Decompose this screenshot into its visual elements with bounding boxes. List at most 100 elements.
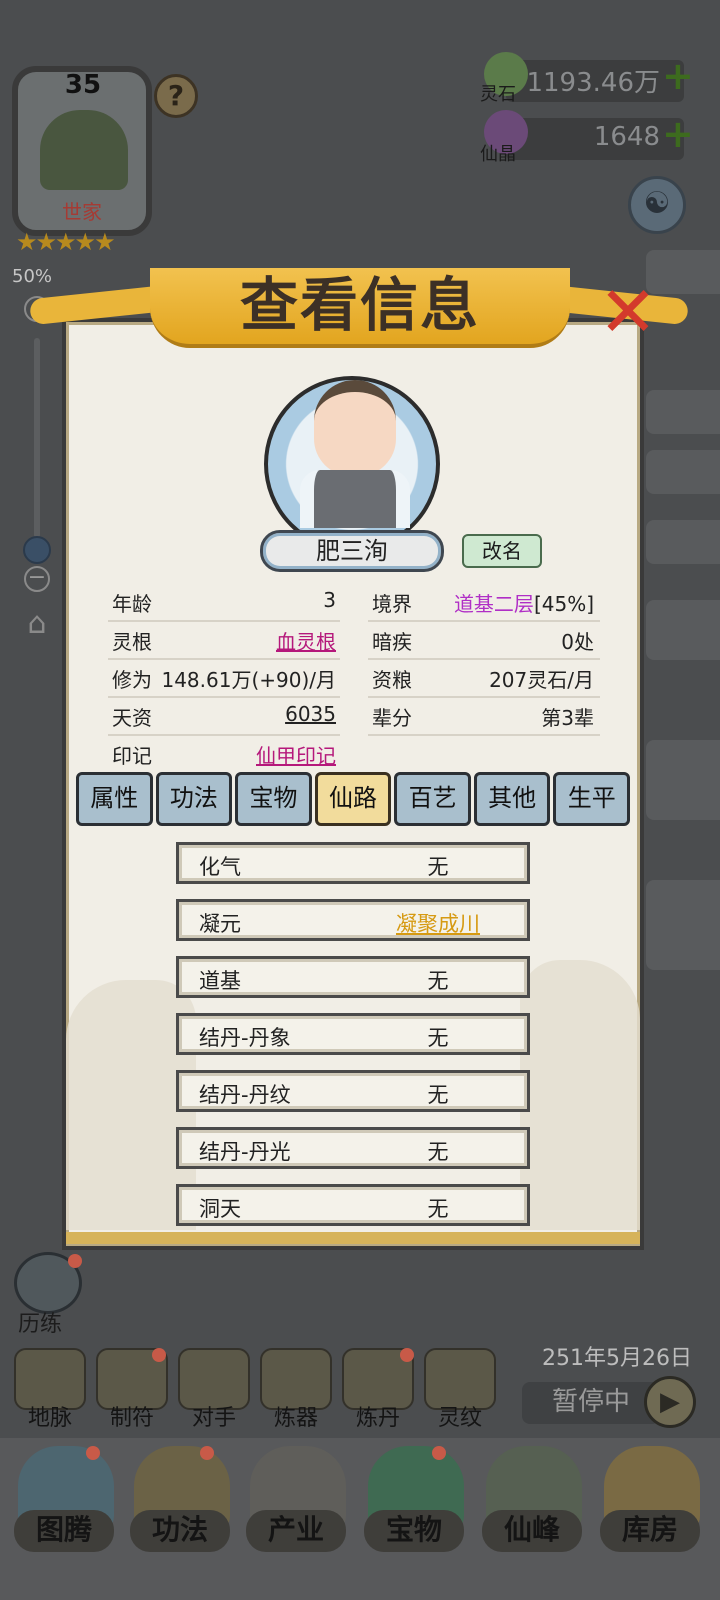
tab-crafts[interactable]: 百艺 [394, 772, 471, 826]
path-value: 无 [427, 855, 449, 879]
family-level: 35 [64, 70, 102, 100]
immortal-crystal-value: 1648 [593, 122, 660, 152]
nav-treasure[interactable]: 宝物 [364, 1510, 464, 1552]
info-row-mark: 印记 仙甲印记 [112, 736, 336, 770]
path-value: 无 [427, 1026, 449, 1050]
side-menu-item[interactable] [646, 740, 720, 820]
info-row-generation: 辈分 第3辈 [372, 698, 594, 732]
side-menu-item[interactable] [646, 600, 720, 660]
spirit-pattern-label[interactable]: 灵纹 [424, 1400, 496, 1432]
nav-industry[interactable]: 产业 [246, 1510, 346, 1552]
training-label[interactable]: 历练 [18, 1306, 62, 1338]
settings-gear-icon[interactable]: ☯ [628, 176, 686, 234]
nav-totem[interactable]: 图腾 [14, 1510, 114, 1552]
path-name: 凝元 [199, 912, 241, 936]
info-row-realm: 境界 道基二层[45%] [372, 584, 594, 618]
path-row: 洞天 无 [176, 1184, 530, 1226]
path-row: 道基 无 [176, 956, 530, 998]
opponent-label[interactable]: 对手 [178, 1400, 250, 1432]
side-menu-item[interactable] [646, 390, 720, 434]
info-row-ailment: 暗疾 0处 [372, 622, 594, 656]
spirit-stone-add-button[interactable]: + [662, 54, 694, 98]
realm-label: 境界 [372, 592, 412, 616]
cultivation-label: 修为 [112, 668, 152, 692]
path-value-link[interactable]: 凝聚成川 [359, 908, 517, 938]
zoom-percent: 50% [12, 266, 53, 287]
avatar-face [314, 380, 396, 476]
path-row: 结丹-丹象 无 [176, 1013, 530, 1055]
immortal-crystal-add-button[interactable]: + [662, 112, 694, 156]
realm-value: 道基二层 [453, 592, 534, 616]
earth-vein-label[interactable]: 地脉 [14, 1400, 86, 1432]
spirit-root-link[interactable]: 血灵根 [276, 626, 336, 655]
game-date: 251年5月26日 [542, 1346, 692, 1371]
zoom-slider-thumb[interactable] [23, 536, 51, 564]
artifact-forge-label[interactable]: 炼器 [260, 1400, 332, 1432]
age-value: 3 [323, 588, 336, 612]
close-icon[interactable]: ✕ [596, 277, 660, 347]
pause-status[interactable]: 暂停中 [522, 1382, 660, 1424]
side-menu-item[interactable] [646, 880, 720, 970]
tab-techniques[interactable]: 功法 [155, 772, 233, 826]
alchemy-label[interactable]: 炼丹 [342, 1400, 414, 1432]
nav-storehouse[interactable]: 库房 [600, 1510, 700, 1552]
path-name: 结丹-丹光 [199, 1140, 291, 1164]
rename-button[interactable]: 改名 [462, 534, 542, 568]
mark-label: 印记 [112, 744, 152, 768]
spirit-stone-value: 1193.46万 [526, 68, 660, 98]
tab-biography[interactable]: 生平 [553, 772, 631, 826]
info-row-age: 年龄 3 [112, 584, 336, 618]
mark-link[interactable]: 仙甲印记 [256, 740, 336, 769]
zoom-slider-track[interactable] [34, 338, 40, 538]
family-tree-icon [40, 110, 128, 190]
tab-immortal-path[interactable]: 仙路 [314, 772, 392, 826]
character-name: 肥三洵 [260, 530, 444, 572]
cultivation-value: 148.61万(+90)/月 [161, 668, 336, 692]
generation-value: 第3辈 [541, 706, 594, 730]
provision-value: 207灵石/月 [489, 668, 594, 692]
play-icon[interactable]: ▶ [644, 1376, 696, 1428]
zoom-out-button[interactable]: − [24, 566, 50, 592]
info-row-root: 灵根 血灵根 [112, 622, 336, 656]
path-row: 结丹-丹纹 无 [176, 1070, 530, 1112]
age-label: 年龄 [112, 592, 152, 616]
generation-label: 辈分 [372, 706, 412, 730]
row-divider [368, 734, 600, 736]
path-row: 化气 无 [176, 842, 530, 884]
info-row-talent: 天资 6035 [112, 698, 336, 732]
notification-dot [400, 1348, 414, 1362]
family-stars: ★★★★★ [16, 228, 116, 256]
location-icon[interactable]: ⌂ [20, 606, 54, 646]
spirit-root-label: 灵根 [112, 630, 152, 654]
path-value: 无 [427, 1197, 449, 1221]
tab-other[interactable]: 其他 [473, 772, 551, 826]
path-name: 道基 [199, 969, 241, 993]
dialog-bottom-band [66, 1232, 640, 1244]
side-menu-item[interactable] [646, 450, 720, 494]
side-menu-item[interactable] [646, 520, 720, 564]
path-row: 结丹-丹光 无 [176, 1127, 530, 1169]
provision-label: 资粮 [372, 668, 412, 692]
path-name: 结丹-丹纹 [199, 1083, 291, 1107]
nav-immortal-peak[interactable]: 仙峰 [482, 1510, 582, 1552]
realm-progress: [45%] [533, 592, 594, 616]
avatar-robe [300, 470, 410, 528]
notification-dot [432, 1446, 446, 1460]
help-button[interactable]: ? [154, 74, 198, 118]
ailment-value: 0处 [561, 630, 594, 654]
notification-dot [200, 1446, 214, 1460]
talent-label: 天资 [112, 706, 152, 730]
talent-value[interactable]: 6035 [285, 702, 336, 726]
path-row: 凝元 凝聚成川 [176, 899, 530, 941]
mountain-decoration [520, 960, 640, 1230]
info-row-cultivation: 修为 148.61万(+90)/月 [112, 660, 336, 694]
path-name: 洞天 [199, 1197, 241, 1221]
tab-treasures[interactable]: 宝物 [235, 772, 312, 826]
notification-dot [86, 1446, 100, 1460]
nav-technique[interactable]: 功法 [130, 1510, 230, 1552]
talisman-label[interactable]: 制符 [96, 1400, 168, 1432]
info-tabs: 属性 功法 宝物 仙路 百艺 其他 生平 [76, 772, 631, 828]
tab-attributes[interactable]: 属性 [76, 772, 153, 826]
path-value: 无 [427, 969, 449, 993]
path-name: 化气 [199, 855, 241, 879]
